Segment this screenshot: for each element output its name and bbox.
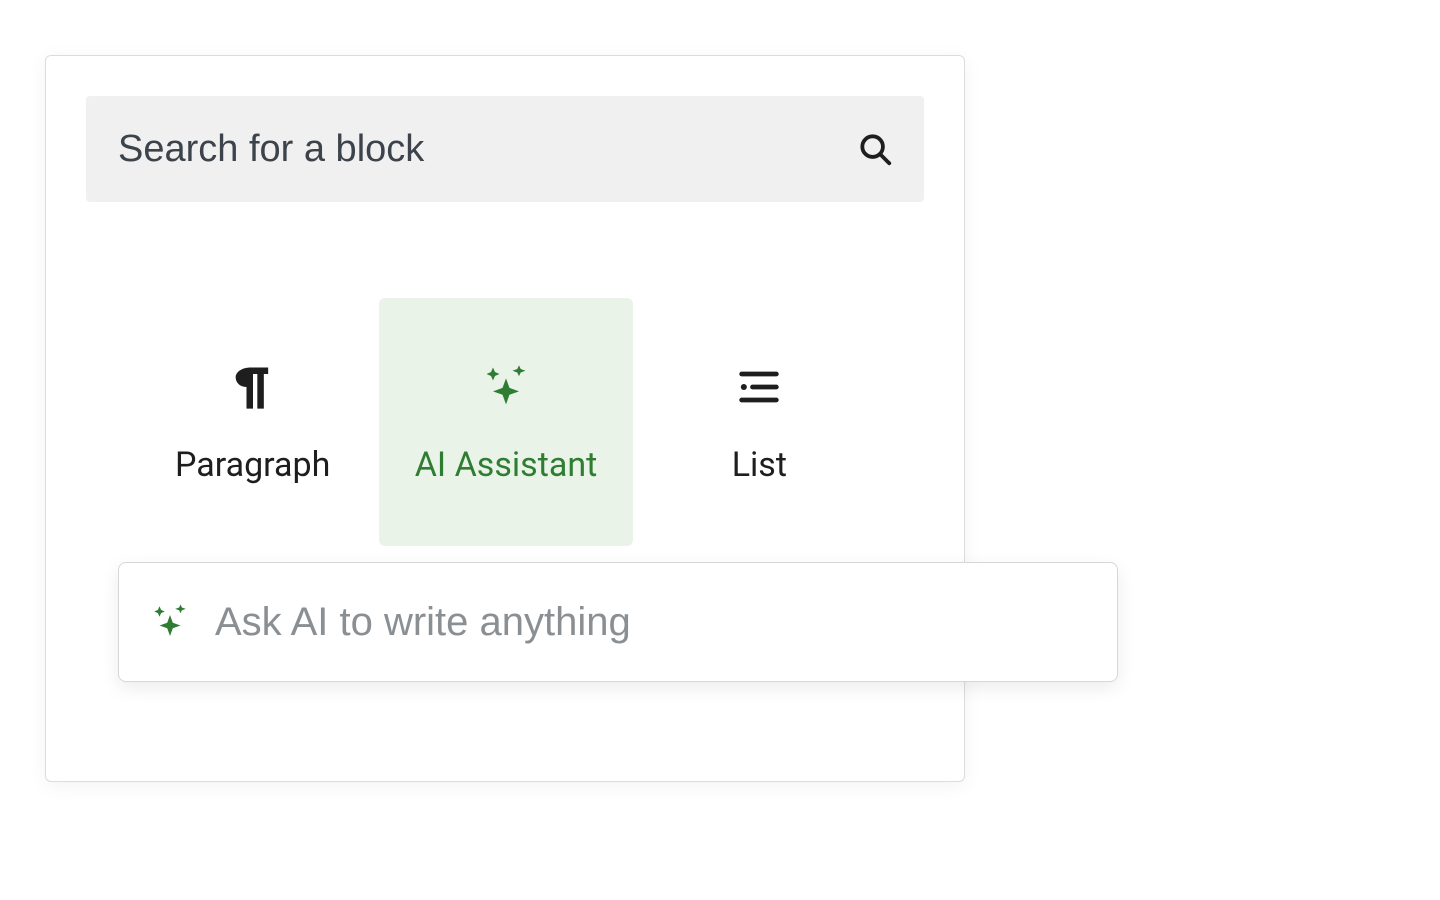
ai-prompt-bar[interactable] bbox=[118, 562, 1118, 682]
sparkle-icon bbox=[478, 359, 534, 415]
list-icon bbox=[731, 359, 787, 415]
block-search-input[interactable] bbox=[116, 127, 856, 172]
paragraph-icon bbox=[225, 359, 281, 415]
block-list: Paragraph AI Assistant Li bbox=[126, 298, 886, 546]
ai-prompt-input[interactable] bbox=[213, 599, 1087, 646]
search-icon bbox=[856, 130, 894, 168]
block-item-list[interactable]: List bbox=[633, 298, 886, 546]
block-item-label: AI Assistant bbox=[415, 445, 597, 485]
block-item-label: Paragraph bbox=[175, 445, 330, 485]
block-item-label: List bbox=[732, 445, 787, 485]
block-search-bar[interactable] bbox=[86, 96, 924, 202]
sparkle-icon bbox=[149, 601, 191, 643]
block-item-ai-assistant[interactable]: AI Assistant bbox=[379, 298, 632, 546]
block-item-paragraph[interactable]: Paragraph bbox=[126, 298, 379, 546]
